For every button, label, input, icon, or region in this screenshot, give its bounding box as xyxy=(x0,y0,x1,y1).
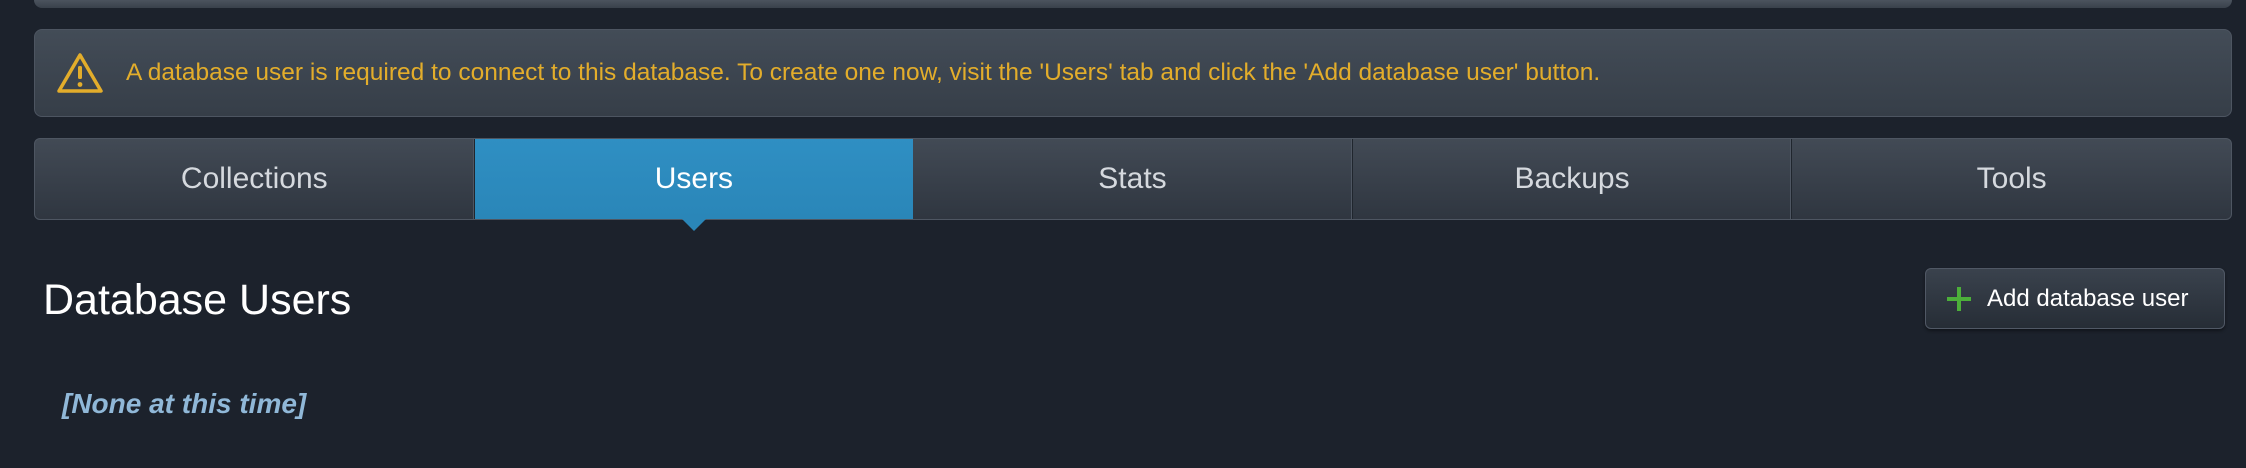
section-title: Database Users xyxy=(43,276,352,324)
database-tabs: Collections Users Stats Backups Tools xyxy=(34,138,2232,231)
tab-tools[interactable]: Tools xyxy=(1792,139,2231,219)
tab-label: Users xyxy=(654,162,734,195)
tab-label: Stats xyxy=(1098,162,1167,195)
empty-users-note: [None at this time] xyxy=(62,388,307,419)
tab-label: Tools xyxy=(1976,162,2047,195)
tab-label: Collections xyxy=(180,162,328,195)
add-button-label: Add database user xyxy=(1987,284,2189,312)
warning-triangle-icon xyxy=(56,52,104,94)
tab-label: Backups xyxy=(1514,162,1630,195)
tab-collections[interactable]: Collections xyxy=(35,139,475,219)
add-database-user-button[interactable]: Add database user xyxy=(1925,268,2225,329)
tab-stats[interactable]: Stats xyxy=(913,139,1353,219)
tab-users[interactable]: Users xyxy=(474,139,914,231)
warning-alert: A database user is required to connect t… xyxy=(34,29,2232,117)
alert-message: A database user is required to connect t… xyxy=(126,59,1601,86)
tab-backups[interactable]: Backups xyxy=(1353,139,1793,219)
plus-icon xyxy=(1946,286,1972,312)
previous-panel-edge xyxy=(34,0,2232,8)
